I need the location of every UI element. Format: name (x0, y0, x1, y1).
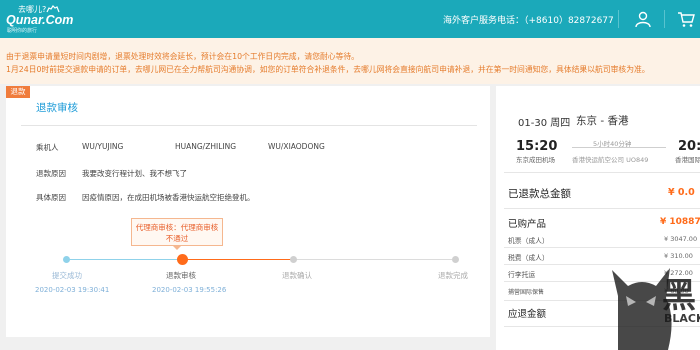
arrival-time: 20:0 (678, 139, 700, 154)
step-node-submitted (63, 256, 70, 263)
watermark-latin: BLACK (664, 312, 700, 325)
step-node-complete (452, 256, 459, 263)
refunded-total-label: 已退款总金额 (508, 188, 571, 200)
reason-label: 退款原因 (36, 169, 66, 178)
refund-review-panel: 退款 退款审核 乘机人 WU/YUJING HUANG/ZHILING WU/X… (6, 86, 490, 337)
item-label: 捕营国际保售 (508, 289, 545, 296)
step-node-review (177, 254, 188, 265)
refunded-total-value: ¥ 0.0 (668, 187, 695, 198)
progress-line-pending (292, 259, 452, 260)
detail-value: 因疫情原因，在成田机场被香港快运航空拒绝登机。 (82, 193, 255, 202)
notice-line-1: 由于退票申请量短时间内剧增，退票处理时效将会延长，预计会在10个工作日内完成，请… (6, 52, 359, 61)
refund-notice: 由于退票申请量短时间内剧增，退票处理时效将会延长，预计会在10个工作日内完成，请… (0, 38, 700, 84)
progress-line-current (182, 259, 292, 260)
watermark-char: 黑 (662, 276, 696, 316)
step-label: 提交成功 (52, 271, 82, 280)
flight-route: 东京 - 香港 (576, 115, 629, 127)
detail-label: 具体原因 (36, 193, 66, 202)
passenger-name: HUANG/ZHILING (175, 142, 237, 151)
summary-divider (504, 208, 700, 209)
step-label: 退款审核 (166, 271, 196, 280)
step-node-confirm (290, 256, 297, 263)
refund-tag: 退款 (6, 86, 30, 98)
item-label: 税费（成人） (508, 254, 549, 262)
passenger-label: 乘机人 (36, 143, 59, 152)
header-divider (664, 10, 665, 28)
flight-date: 01-30 周四 (518, 118, 571, 129)
item-label: 机票（成人） (508, 237, 549, 245)
notice-line-2: 1月24日0时前提交退款申请的订单，去哪儿网已在全力帮航司沟通协调，如您的订单符… (6, 65, 650, 74)
passenger-name: WU/YUJING (82, 142, 124, 151)
logo-wordmark: Qunar.Com (6, 13, 74, 27)
reason-value: 我要改变行程计划、我不想飞了 (82, 169, 187, 178)
passenger-name: WU/XIAODONG (268, 142, 325, 151)
departure-airport: 东京成田机场 (516, 156, 555, 164)
title-divider (21, 125, 477, 126)
progress-line-done (66, 259, 182, 260)
purchased-label: 已购产品 (508, 219, 547, 230)
departure-time: 15:20 (516, 139, 558, 154)
overseas-hotline: 海外客户服务电话：（+8610）82872677 (443, 16, 614, 26)
flight-carrier: 香港快运航空公司 UO849 (572, 156, 649, 164)
qunar-logo[interactable]: 去哪儿? Qunar.Com 聪明你的旅行 (6, 4, 74, 34)
tooltip-line-1: 代理商审核：代理商审核 (135, 223, 219, 232)
item-value: ¥ 3047.00 (664, 235, 698, 243)
summary-divider (504, 172, 700, 173)
tooltip-line-2: 不通过 (165, 234, 189, 243)
step-label: 退款确认 (282, 271, 312, 280)
logo-slogan: 聪明你的旅行 (7, 28, 38, 34)
step-time: 2020-02-03 19:30:41 (35, 286, 110, 294)
item-divider (504, 247, 700, 248)
step-label: 退款完成 (438, 271, 468, 280)
panel-title: 退款审核 (36, 102, 78, 114)
cart-icon[interactable] (676, 9, 696, 29)
step-time: 2020-02-03 19:55:26 (152, 286, 227, 294)
header-divider (618, 10, 619, 28)
watermark: 黑 BLACK (612, 256, 700, 350)
duration-line (572, 147, 666, 148)
user-icon[interactable] (633, 9, 653, 29)
review-status-tooltip: 代理商审核：代理商审核 不通过 (131, 218, 223, 246)
refundable-amount-label: 应退金额 (508, 309, 547, 320)
item-label: 行李托运 (508, 271, 536, 279)
top-bar: 去哪儿? Qunar.Com 聪明你的旅行 海外客户服务电话：（+8610）82… (0, 0, 700, 38)
arrival-airport: 香港国际机 (675, 156, 700, 164)
purchased-value: ¥ 10887 (660, 217, 700, 227)
tooltip-arrow (172, 245, 182, 250)
